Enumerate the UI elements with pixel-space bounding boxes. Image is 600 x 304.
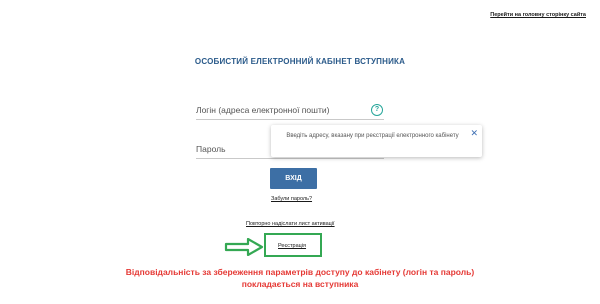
- forgot-password-link[interactable]: Забули пароль?: [271, 196, 312, 202]
- register-link[interactable]: Реєстрація: [278, 243, 306, 249]
- main-page-link[interactable]: Перейти на головну сторінку сайта: [490, 12, 586, 18]
- tooltip-text: Введіть адресу, вказану при реєстрації е…: [286, 133, 459, 139]
- warning-line-1: Відповідальність за збереження параметрі…: [125, 267, 475, 277]
- resend-activation-link[interactable]: Повторно надіслати лист активації: [246, 221, 335, 227]
- help-icon[interactable]: ?: [371, 104, 383, 116]
- close-icon[interactable]: ✕: [470, 128, 478, 139]
- responsibility-warning: Відповідальність за збереження параметрі…: [0, 266, 600, 290]
- login-field-label: Логін (адреса електронної пошти): [196, 105, 330, 115]
- login-button[interactable]: ВХІД: [270, 168, 317, 189]
- login-email-field[interactable]: Логін (адреса електронної пошти): [196, 103, 384, 120]
- warning-line-2: покладається на вступника: [241, 279, 359, 289]
- arrow-right-icon: [224, 238, 264, 256]
- page-title: ОСОБИСТИЙ ЕЛЕКТРОННИЙ КАБІНЕТ ВСТУПНИКА: [194, 57, 406, 66]
- login-hint-tooltip: Введіть адресу, вказану при реєстрації е…: [271, 125, 482, 157]
- password-field-label: Пароль: [196, 144, 226, 154]
